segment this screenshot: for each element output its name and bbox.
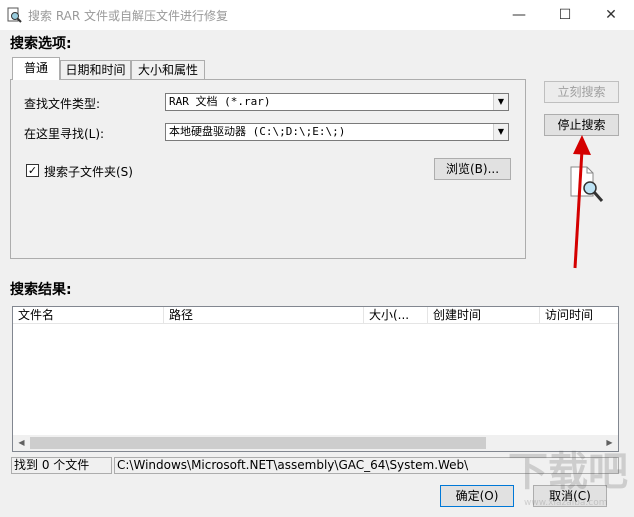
app-icon	[6, 7, 22, 23]
annotation-arrow-icon	[560, 132, 600, 275]
watermark-url: www.xiazaiba.com	[524, 498, 608, 508]
browse-button[interactable]: 浏览(B)...	[434, 158, 511, 180]
location-select[interactable]: 本地硬盘驱动器 (C:\;D:\;E:\;) ▼	[165, 123, 509, 141]
file-type-label: 查找文件类型:	[24, 97, 101, 111]
location-value: 本地硬盘驱动器 (C:\;D:\;E:\;)	[169, 125, 346, 138]
search-options-heading: 搜索选项:	[10, 36, 72, 52]
found-count-status: 找到 0 个文件	[11, 457, 112, 474]
title-bar: 搜索 RAR 文件或自解压文件进行修复 — ☐ ✕	[0, 0, 634, 30]
column-header-created[interactable]: 创建时间	[428, 307, 540, 324]
column-header-filename[interactable]: 文件名	[13, 307, 164, 324]
dropdown-arrow-icon[interactable]: ▼	[493, 124, 508, 140]
close-button[interactable]: ✕	[588, 0, 634, 30]
watermark-logo: 下载吧 www.xiazaiba.com	[508, 447, 628, 513]
rar-search-dialog: 搜索 RAR 文件或自解压文件进行修复 — ☐ ✕ 搜索选项: 普通 日期和时间…	[0, 0, 634, 517]
subfolders-label: 搜索子文件夹(S)	[44, 165, 133, 179]
dropdown-arrow-icon[interactable]: ▼	[493, 94, 508, 110]
search-now-button[interactable]: 立刻搜索	[544, 81, 619, 103]
minimize-button[interactable]: —	[496, 0, 542, 30]
subfolders-checkbox[interactable]: ✓	[26, 164, 39, 177]
ok-button[interactable]: 确定(O)	[440, 485, 514, 507]
scrollbar-thumb[interactable]	[30, 437, 486, 449]
column-header-size[interactable]: 大小(...	[364, 307, 428, 324]
window-title: 搜索 RAR 文件或自解压文件进行修复	[28, 9, 229, 23]
column-header-accessed[interactable]: 访问时间	[540, 307, 618, 324]
column-header-path[interactable]: 路径	[164, 307, 364, 324]
search-results-heading: 搜索结果:	[10, 282, 72, 298]
maximize-button[interactable]: ☐	[542, 0, 588, 30]
location-label: 在这里寻找(L):	[24, 127, 105, 141]
watermark-logo-text: 下载吧	[508, 449, 628, 495]
scroll-left-icon[interactable]: ◀	[13, 435, 30, 451]
results-list[interactable]: 文件名 路径 大小(... 创建时间 访问时间 ◀ ▶	[12, 306, 619, 452]
tab-general[interactable]: 普通	[12, 57, 60, 80]
tab-size-attributes[interactable]: 大小和属性	[131, 60, 205, 79]
file-type-value: RAR 文档 (*.rar)	[169, 95, 271, 108]
file-type-select[interactable]: RAR 文档 (*.rar) ▼	[165, 93, 509, 111]
tab-date-time[interactable]: 日期和时间	[60, 60, 131, 79]
